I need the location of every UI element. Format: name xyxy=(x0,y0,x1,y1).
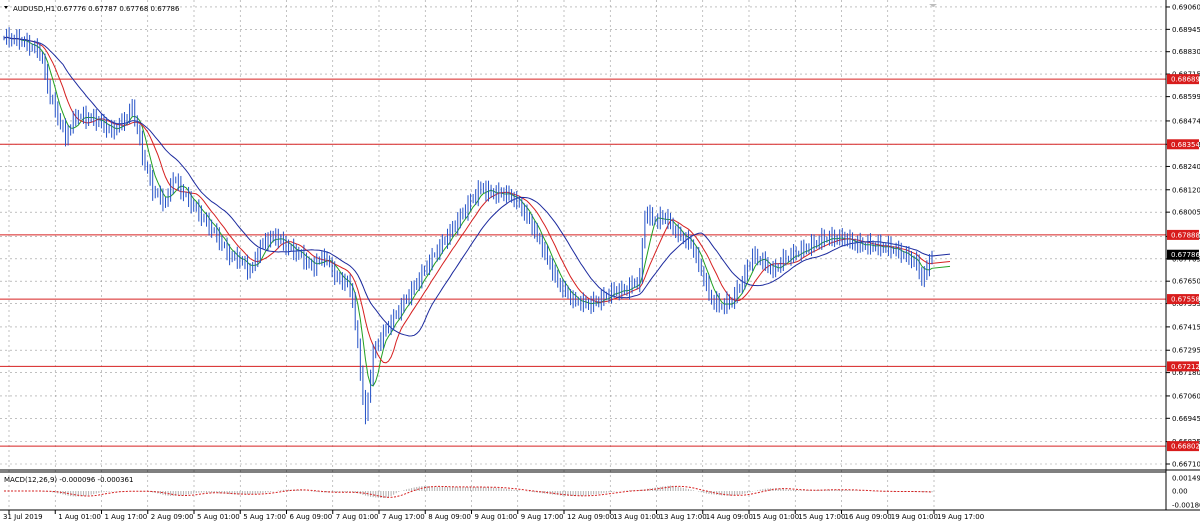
time-tick-label: 15 Aug 17:00 xyxy=(798,513,845,521)
price-tick-label: 0.68830 xyxy=(1172,48,1200,56)
price-tick-label: 0.67650 xyxy=(1172,278,1200,286)
time-tick-label: 15 Aug 01:00 xyxy=(752,513,799,521)
price-level-box-label: 0.66802 xyxy=(1171,443,1200,451)
time-tick-label: 1 Aug 17:00 xyxy=(105,513,148,521)
price-tick-label: 0.68599 xyxy=(1172,93,1200,101)
macd-axis-label: 0.001495 xyxy=(1172,475,1200,483)
price-tick-label: 0.67060 xyxy=(1172,392,1200,400)
price-axis[interactable]: 0.690600.689450.688300.687150.685990.684… xyxy=(1166,3,1200,469)
price-level-box-label: 0.68354 xyxy=(1171,141,1200,149)
price-level-box-label: 0.68689 xyxy=(1171,76,1200,84)
macd-axis-label: 0.00 xyxy=(1172,488,1188,496)
price-level-box-label: 0.67888 xyxy=(1171,231,1200,239)
chart-background xyxy=(0,0,1200,523)
time-tick-label: 9 Aug 01:00 xyxy=(475,513,518,521)
time-tick-label: 19 Aug 17:00 xyxy=(937,513,984,521)
price-tick-label: 0.68945 xyxy=(1172,26,1200,34)
symbol-label: AUDUSD,H1 xyxy=(13,5,55,13)
time-tick-label: 12 Aug 09:00 xyxy=(567,513,614,521)
current-price-label: 0.67786 xyxy=(1171,251,1200,259)
price-tick-label: 0.67415 xyxy=(1172,323,1200,331)
price-tick-label: 0.68474 xyxy=(1172,117,1200,125)
time-tick-label: 7 Aug 17:00 xyxy=(382,513,425,521)
price-tick-label: 0.69060 xyxy=(1172,3,1200,11)
time-tick-label: 13 Aug 01:00 xyxy=(613,513,660,521)
time-tick-label: 5 Aug 17:00 xyxy=(243,513,286,521)
time-tick-label: 1 Aug 01:00 xyxy=(58,513,101,521)
time-tick-label: 16 Aug 09:00 xyxy=(845,513,892,521)
time-tick-label: 13 Aug 17:00 xyxy=(660,513,707,521)
time-tick-label: 7 Aug 01:00 xyxy=(336,513,379,521)
trading-chart-window[interactable]: 0.690600.689450.688300.687150.685990.684… xyxy=(0,0,1200,523)
macd-label: MACD(12,26,9) -0.000096 -0.000361 xyxy=(4,476,133,484)
chart-canvas[interactable]: 0.690600.689450.688300.687150.685990.684… xyxy=(0,0,1200,523)
price-level-box-label: 0.67558 xyxy=(1171,296,1200,304)
price-level-box-label: 0.67212 xyxy=(1171,363,1200,371)
time-tick-label: 31 Jul 2019 xyxy=(3,513,43,521)
price-tick-label: 0.66945 xyxy=(1172,415,1200,423)
time-tick-label: 14 Aug 09:00 xyxy=(706,513,753,521)
price-tick-label: 0.68120 xyxy=(1172,186,1200,194)
price-tick-label: 0.67295 xyxy=(1172,347,1200,355)
time-tick-label: 5 Aug 01:00 xyxy=(197,513,240,521)
time-tick-label: 8 Aug 09:00 xyxy=(428,513,471,521)
chart-header: AUDUSD,H1 0.67776 0.67787 0.67768 0.6778… xyxy=(4,5,180,13)
macd-axis-label: -0.001808 xyxy=(1172,502,1200,510)
price-tick-label: 0.68240 xyxy=(1172,163,1200,171)
price-tick-label: 0.68005 xyxy=(1172,209,1200,217)
time-tick-label: 2 Aug 09:00 xyxy=(151,513,194,521)
time-tick-label: 6 Aug 09:00 xyxy=(290,513,333,521)
ohlc-text: 0.67776 0.67787 0.67768 0.67786 xyxy=(57,5,180,13)
price-tick-label: 0.66710 xyxy=(1172,461,1200,469)
time-tick-label: 19 Aug 01:00 xyxy=(891,513,938,521)
time-tick-label: 9 Aug 17:00 xyxy=(521,513,564,521)
